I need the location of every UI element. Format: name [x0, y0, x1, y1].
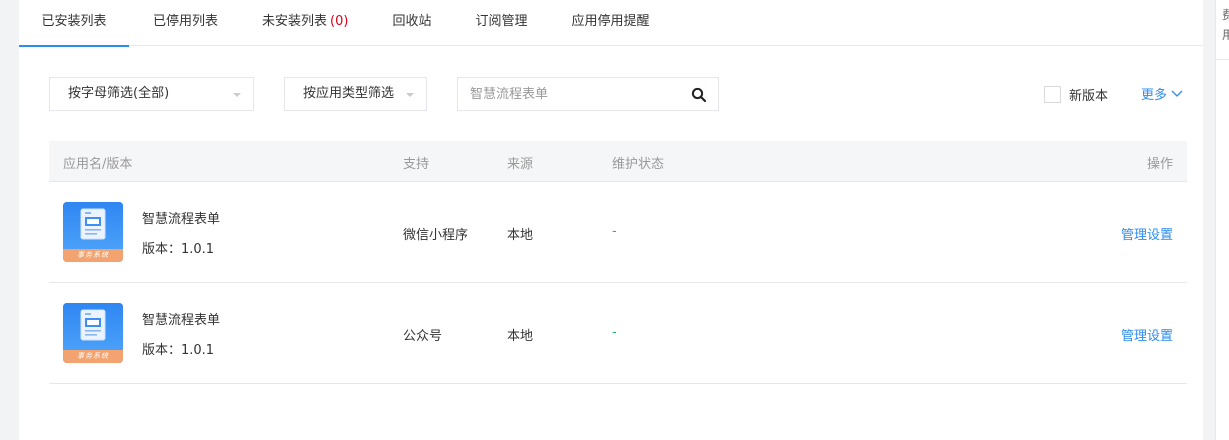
app-name: 智慧流程表单	[142, 313, 221, 328]
type-filter-value: 按应用类型筛选	[303, 86, 395, 101]
tab-installed-label: 已安装列表	[41, 14, 107, 29]
header-operation: 操作	[1146, 157, 1173, 172]
alpha-filter-select[interactable]: 按字母筛选(全部)	[49, 77, 254, 111]
side-panel-text-fragment: 用	[1222, 28, 1229, 42]
search-input[interactable]	[458, 78, 678, 110]
manage-settings-link[interactable]: 管理设置	[1121, 325, 1173, 344]
search-box	[457, 77, 719, 111]
alpha-filter-value: 按字母筛选(全部)	[68, 86, 170, 101]
app-icon-caption: 事务系统	[63, 350, 123, 363]
tab-subscriptions[interactable]: 订阅管理	[455, 0, 547, 46]
table-row: 事务系统 智慧流程表单 版本：1.0.1 公众号 本地 - 管理设置	[49, 283, 1187, 384]
tab-disabled[interactable]: 已停用列表	[133, 0, 238, 46]
manage-settings-link[interactable]: 管理设置	[1121, 224, 1173, 243]
app-icon-caption: 事务系统	[63, 249, 123, 262]
maintenance-status: -	[612, 325, 617, 340]
more-button[interactable]: 更多	[1141, 84, 1183, 103]
tab-installed[interactable]: 已安装列表	[19, 0, 129, 47]
new-version-label: 新版本	[1069, 88, 1109, 104]
table-header: 应用名/版本 支持 来源 维护状态 操作	[49, 141, 1187, 182]
form-document-icon	[80, 208, 106, 240]
tab-bar: 已安装列表 已停用列表 未安装列表 (0) 回收站 订阅管理 应用停用提醒	[19, 0, 1203, 47]
support-platform: 公众号	[403, 329, 443, 344]
chevron-down-icon	[406, 93, 414, 97]
chevron-down-icon	[233, 93, 241, 97]
tab-disabled-label: 已停用列表	[153, 14, 219, 29]
maintenance-status: -	[612, 224, 617, 239]
tab-recycle-bin[interactable]: 回收站	[372, 0, 451, 46]
right-side-panel-edge: 费 用	[1215, 0, 1229, 440]
app-name: 智慧流程表单	[142, 212, 221, 227]
tab-not-installed-count: (0)	[330, 14, 349, 29]
header-support: 支持	[403, 157, 430, 172]
tab-disable-reminder-label: 应用停用提醒	[571, 14, 650, 29]
tab-not-installed-label: 未安装列表	[262, 14, 328, 29]
app-icon: 事务系统	[63, 202, 123, 262]
type-filter-select[interactable]: 按应用类型筛选	[284, 77, 427, 111]
app-source: 本地	[507, 228, 534, 243]
tab-not-installed[interactable]: 未安装列表 (0)	[242, 0, 368, 46]
more-label: 更多	[1141, 88, 1168, 103]
tab-subscriptions-label: 订阅管理	[475, 14, 528, 29]
table-row: 事务系统 智慧流程表单 版本：1.0.1 微信小程序 本地 - 管理设置	[49, 182, 1187, 283]
side-panel-text-fragment: 费	[1222, 8, 1229, 22]
app-version: 版本：1.0.1	[142, 242, 215, 257]
main-panel: 已安装列表 已停用列表 未安装列表 (0) 回收站 订阅管理 应用停用提醒 按字母…	[19, 0, 1203, 440]
new-version-filter: 新版本	[1044, 84, 1108, 104]
tab-disable-reminder[interactable]: 应用停用提醒	[551, 0, 669, 46]
header-status: 维护状态	[612, 157, 665, 172]
app-version: 版本：1.0.1	[142, 343, 215, 358]
tab-recycle-bin-label: 回收站	[392, 14, 432, 29]
app-source: 本地	[507, 329, 534, 344]
form-document-icon	[80, 309, 106, 341]
support-platform: 微信小程序	[403, 228, 469, 243]
new-version-checkbox[interactable]	[1044, 85, 1061, 103]
header-source: 来源	[507, 157, 534, 172]
app-icon: 事务系统	[63, 303, 123, 363]
search-icon[interactable]	[691, 87, 707, 103]
header-name: 应用名/版本	[63, 157, 133, 172]
chevron-down-icon	[1171, 90, 1183, 97]
